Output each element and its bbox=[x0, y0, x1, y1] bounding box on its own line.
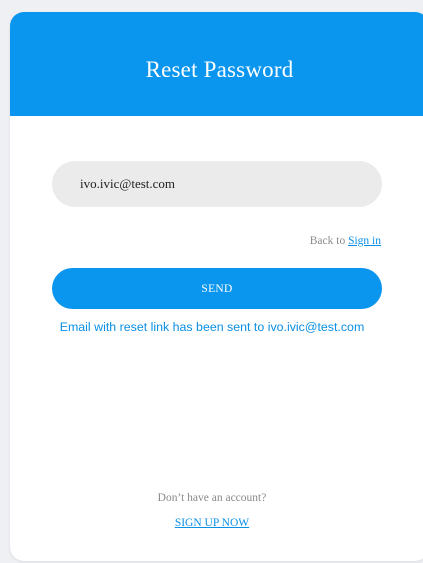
page-title: Reset Password bbox=[145, 57, 294, 82]
signup-prompt: Don’t have an account? bbox=[157, 492, 267, 504]
card-header: Reset Password bbox=[10, 12, 423, 116]
signup-row: SIGN UP NOW bbox=[10, 517, 414, 529]
back-to-label: Back to bbox=[309, 235, 349, 247]
send-button[interactable]: SEND bbox=[52, 268, 382, 309]
back-to-sign-in: Back to Sign in bbox=[310, 235, 381, 247]
email-input[interactable] bbox=[52, 161, 382, 207]
sign-up-now-link[interactable]: SIGN UP NOW bbox=[175, 517, 249, 529]
sign-in-link[interactable]: Sign in bbox=[348, 235, 381, 247]
status-message: Email with reset link has been sent to i… bbox=[59, 320, 365, 334]
reset-password-card: Reset Password Back to Sign in SEND Emai… bbox=[10, 12, 423, 561]
